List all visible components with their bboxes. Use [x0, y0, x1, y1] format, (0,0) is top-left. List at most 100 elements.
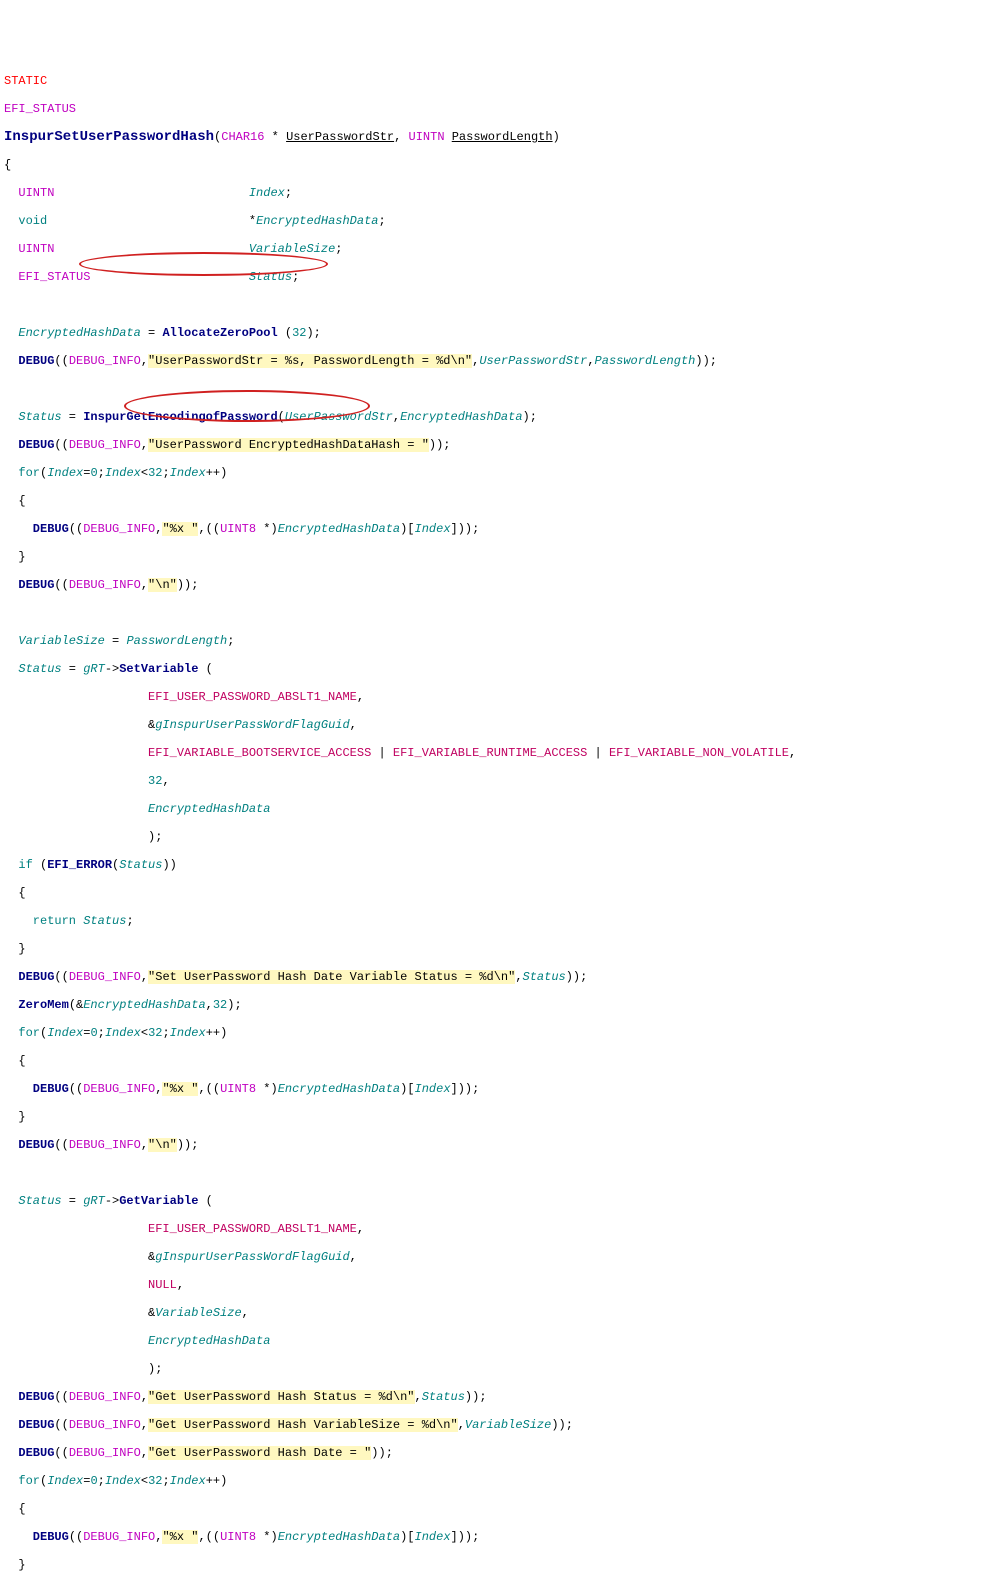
indent — [4, 690, 148, 704]
star: * — [264, 130, 286, 144]
var: Index — [170, 1026, 206, 1040]
semi: ; — [162, 1474, 169, 1488]
code-line: InspurSetUserPasswordHash(CHAR16 * UserP… — [4, 130, 981, 144]
debug-info: DEBUG_INFO — [69, 354, 141, 368]
code-line: ); — [4, 1362, 981, 1376]
arrow: -> — [105, 662, 119, 676]
call-getvariable: GetVariable — [119, 1194, 198, 1208]
var: VariableSize — [155, 1306, 241, 1320]
pad — [54, 242, 248, 256]
code-line: EncryptedHashData — [4, 1334, 981, 1348]
debug-info: DEBUG_INFO — [69, 1390, 141, 1404]
brace: } — [4, 1558, 26, 1572]
indent — [4, 830, 148, 844]
code-line: EncryptedHashData = AllocateZeroPool (32… — [4, 326, 981, 340]
close: ); — [227, 998, 241, 1012]
code-line: &VariableSize, — [4, 1306, 981, 1320]
close: )); — [465, 1390, 487, 1404]
arrow: -> — [105, 1194, 119, 1208]
eq: = — [83, 1026, 90, 1040]
string: "Get UserPassword Hash Status = %d\n" — [148, 1390, 414, 1404]
comma: , — [458, 1418, 465, 1432]
var-guid: gInspurUserPassWordFlagGuid — [155, 718, 349, 732]
paren: (( — [54, 1138, 68, 1152]
eq: = — [62, 662, 84, 676]
code-line: { — [4, 494, 981, 508]
keyword-for: for — [4, 1474, 40, 1488]
call-inspurgetencoding: InspurGetEncodingofPassword — [83, 410, 277, 424]
code-line: EFI_VARIABLE_BOOTSERVICE_ACCESS | EFI_VA… — [4, 746, 981, 760]
semi: ; — [227, 634, 234, 648]
comma: , — [393, 410, 400, 424]
num: 32 — [148, 1474, 162, 1488]
keyword-static: STATIC — [4, 74, 47, 88]
amp: & — [148, 1250, 155, 1264]
keyword-return: return — [4, 914, 76, 928]
eq: = — [83, 1474, 90, 1488]
string: "Get UserPassword Hash VariableSize = %d… — [148, 1418, 458, 1432]
code-line: DEBUG((DEBUG_INFO,"UserPasswordStr = %s,… — [4, 354, 981, 368]
indent — [4, 774, 148, 788]
indent — [4, 718, 148, 732]
var: EncryptedHashData — [4, 326, 141, 340]
comma: ,(( — [198, 1530, 220, 1544]
num: 32 — [292, 326, 306, 340]
comma: , — [350, 718, 357, 732]
brace: { — [4, 1502, 26, 1516]
comma: ,(( — [198, 1082, 220, 1096]
star: * — [249, 214, 256, 228]
close: )); — [551, 1418, 573, 1432]
semi: ; — [335, 242, 342, 256]
const-runtime: EFI_VARIABLE_RUNTIME_ACCESS — [393, 746, 587, 760]
code-line: STATIC — [4, 74, 981, 88]
paren: (( — [54, 354, 68, 368]
num: 0 — [90, 1474, 97, 1488]
paren: (( — [54, 970, 68, 984]
brace: { — [4, 1054, 26, 1068]
brace: } — [4, 1110, 26, 1124]
var-variablesize: VariableSize — [249, 242, 335, 256]
call-debug: DEBUG — [4, 1530, 69, 1544]
code-line: { — [4, 1054, 981, 1068]
close: ); — [148, 830, 162, 844]
var: VariableSize — [4, 634, 105, 648]
var-status: Status — [249, 270, 292, 284]
var: EncryptedHashData — [278, 1082, 400, 1096]
comma: , — [515, 970, 522, 984]
param-userpasswordstr: UserPasswordStr — [286, 130, 394, 144]
comma: , — [242, 1306, 249, 1320]
var: PasswordLength — [595, 354, 696, 368]
keyword-for: for — [4, 1026, 40, 1040]
call-debug: DEBUG — [4, 970, 54, 984]
code-line: { — [4, 1502, 981, 1516]
var: Index — [105, 1474, 141, 1488]
call-efierror: EFI_ERROR — [47, 858, 112, 872]
code-line: { — [4, 158, 981, 172]
code-line: &gInspurUserPassWordFlagGuid, — [4, 718, 981, 732]
code-line: } — [4, 1558, 981, 1572]
var: Index — [47, 1474, 83, 1488]
code-line: } — [4, 550, 981, 564]
string: "UserPasswordStr = %s, PasswordLength = … — [148, 354, 472, 368]
const-efi-user-password: EFI_USER_PASSWORD_ABSLT1_NAME — [148, 690, 357, 704]
string: "Get UserPassword Hash Date = " — [148, 1446, 371, 1460]
type-void: void — [4, 214, 47, 228]
pad — [90, 270, 248, 284]
blank-line — [4, 606, 981, 620]
call-debug: DEBUG — [4, 1418, 54, 1432]
cast: *) — [256, 1530, 278, 1544]
var: EncryptedHashData — [278, 1530, 400, 1544]
var: Status — [119, 858, 162, 872]
comma: , — [394, 130, 408, 144]
var: Index — [47, 1026, 83, 1040]
paren: ( — [33, 858, 47, 872]
const-efi-user-password: EFI_USER_PASSWORD_ABSLT1_NAME — [148, 1222, 357, 1236]
close: ); — [523, 410, 537, 424]
code-line: { — [4, 886, 981, 900]
close: )); — [695, 354, 717, 368]
var: PasswordLength — [126, 634, 227, 648]
code-line: VariableSize = PasswordLength; — [4, 634, 981, 648]
comma: , — [177, 1278, 184, 1292]
paren: ( — [198, 1194, 212, 1208]
code-line: NULL, — [4, 1278, 981, 1292]
